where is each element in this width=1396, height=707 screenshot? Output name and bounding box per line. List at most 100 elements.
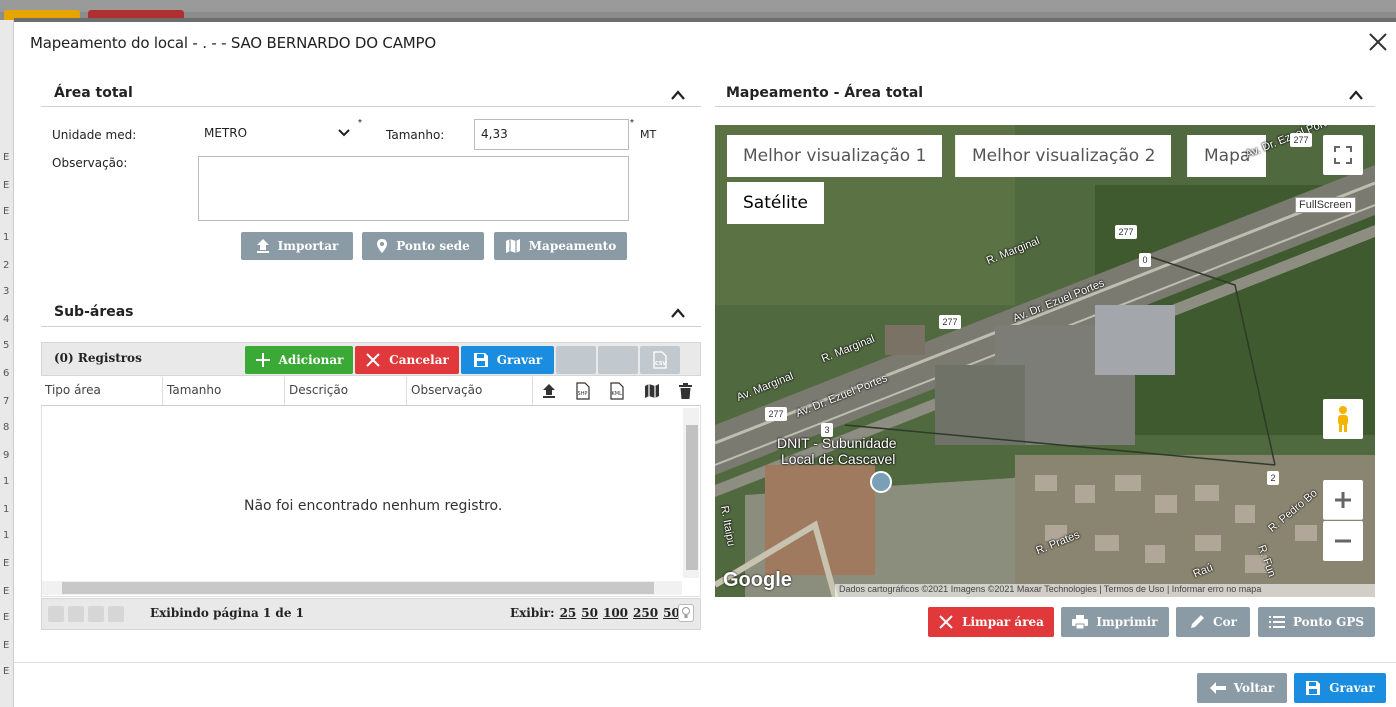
printer-icon	[1072, 615, 1089, 629]
floppy-icon	[473, 353, 488, 367]
row-marker: E	[3, 586, 10, 597]
lightbulb-icon[interactable]	[678, 604, 694, 622]
fullscreen-button[interactable]	[1323, 135, 1363, 175]
svg-text:CSV: CSV	[655, 361, 666, 367]
zoom-out-button[interactable]	[1323, 521, 1363, 561]
row-marker: 3	[3, 286, 10, 297]
ponto-sede-label: Ponto sede	[396, 239, 470, 253]
last-page-button[interactable]	[108, 606, 124, 622]
poi-label: Local de Cascavel	[781, 451, 896, 467]
size-input[interactable]: 4,33	[474, 119, 629, 150]
row-marker: E	[3, 558, 10, 569]
satellite-map[interactable]: Melhor visualização 1 Melhor visualizaçã…	[715, 125, 1375, 597]
row-marker: 1	[3, 530, 10, 541]
footer-divider	[14, 662, 1396, 663]
row-marker: E	[3, 180, 10, 191]
page-size-50[interactable]: 50	[581, 606, 598, 620]
row-marker: 1	[3, 232, 10, 243]
clear-area-label: Limpar área	[962, 615, 1044, 629]
page-size-label: Exibir:	[510, 606, 555, 620]
print-button[interactable]: Imprimir	[1061, 607, 1169, 637]
column-descricao[interactable]: Descrição	[285, 377, 407, 405]
background-grid-column: E E E 1 2 3 4 5 6 7 8 9 1 1 1 E E E E E	[0, 20, 14, 707]
pager-nav	[48, 606, 124, 622]
cancel-button[interactable]: Cancelar	[355, 346, 459, 374]
row-marker: 9	[3, 450, 10, 461]
mapeamento-label: Mapeamento	[528, 239, 617, 253]
save-label: Gravar	[1329, 681, 1375, 695]
row-marker: 1	[3, 504, 10, 515]
unit-select[interactable]: METRO	[198, 119, 356, 147]
upload-icon	[256, 239, 269, 253]
map-attribution[interactable]: Dados cartográficos ©2021 Imagens ©2021 …	[835, 584, 1375, 597]
highway-shield: 277	[1290, 133, 1312, 147]
save-grid-button[interactable]: Gravar	[461, 346, 554, 374]
map-point-marker[interactable]: 0	[1139, 253, 1151, 267]
cancel-label: Cancelar	[389, 353, 449, 367]
mapeamento-button[interactable]: Mapeamento	[494, 232, 627, 260]
zoom-in-button[interactable]	[1323, 480, 1363, 520]
save-button[interactable]: Gravar	[1294, 673, 1386, 703]
color-button[interactable]: Cor	[1176, 607, 1250, 637]
close-icon[interactable]	[1366, 30, 1390, 54]
page-size-options: Exibir: 25 50 100 250 500	[510, 606, 688, 620]
chevron-up-icon[interactable]	[670, 306, 686, 318]
row-marker: E	[3, 206, 10, 217]
next-page-button[interactable]	[88, 606, 104, 622]
unit-select-value: METRO	[204, 126, 248, 140]
page-size-250[interactable]: 250	[633, 606, 658, 620]
upload-icon[interactable]	[542, 383, 556, 399]
column-observacao[interactable]: Observação	[407, 377, 533, 405]
row-marker: 1	[3, 476, 10, 487]
google-logo: Google	[723, 569, 792, 591]
map-icon[interactable]	[644, 383, 660, 399]
vertical-scroll-thumb[interactable]	[686, 425, 698, 570]
fullscreen-icon	[1334, 146, 1352, 164]
first-page-button[interactable]	[48, 606, 64, 622]
map-pin-icon	[377, 239, 388, 253]
disabled-toolbar-button[interactable]	[556, 346, 596, 374]
row-marker: E	[3, 612, 10, 623]
tab-best-view-2[interactable]: Melhor visualização 2	[955, 135, 1172, 177]
plus-icon	[1335, 491, 1351, 508]
row-marker: 8	[3, 422, 10, 433]
tab-satellite[interactable]: Satélite	[727, 182, 824, 224]
shp-file-icon[interactable]: SHP	[575, 382, 591, 400]
csv-file-icon: CSV	[653, 351, 667, 369]
back-button[interactable]: Voltar	[1197, 673, 1287, 703]
prev-page-button[interactable]	[68, 606, 84, 622]
column-tamanho[interactable]: Tamanho	[163, 377, 285, 405]
trash-icon[interactable]	[678, 383, 692, 399]
chevron-up-icon[interactable]	[670, 88, 686, 100]
government-building-icon[interactable]	[870, 471, 892, 493]
row-marker: 7	[3, 396, 10, 407]
chevron-up-icon[interactable]	[1348, 88, 1364, 100]
kml-file-icon[interactable]: KML	[609, 382, 625, 400]
gps-point-button[interactable]: Ponto GPS	[1258, 607, 1375, 637]
observation-textarea[interactable]	[198, 156, 629, 221]
floppy-icon	[1306, 681, 1321, 695]
export-csv-button[interactable]: CSV	[640, 346, 680, 374]
street-view-button[interactable]	[1323, 399, 1363, 439]
list-icon	[1268, 616, 1285, 628]
import-button[interactable]: Importar	[241, 232, 353, 260]
highway-shield: 277	[765, 407, 787, 421]
column-tipo-area[interactable]: Tipo área	[41, 377, 163, 405]
minus-icon	[1335, 539, 1351, 543]
horizontal-scroll-thumb[interactable]	[62, 582, 654, 594]
page-size-25[interactable]: 25	[560, 606, 577, 620]
disabled-toolbar-button[interactable]	[598, 346, 638, 374]
row-marker: 5	[3, 340, 10, 351]
svg-text:KML: KML	[612, 391, 623, 397]
tab-best-view-1[interactable]: Melhor visualização 1	[727, 135, 943, 177]
required-mark: *	[358, 118, 362, 129]
ponto-sede-button[interactable]: Ponto sede	[362, 232, 484, 260]
add-button[interactable]: Adicionar	[245, 346, 353, 374]
close-icon	[939, 615, 953, 629]
page-size-100[interactable]: 100	[603, 606, 628, 620]
divider	[715, 106, 1375, 107]
clear-area-button[interactable]: Limpar área	[928, 607, 1054, 637]
row-marker: 2	[3, 260, 10, 271]
add-label: Adicionar	[278, 353, 344, 367]
map-point-marker[interactable]: 2	[1267, 471, 1279, 485]
